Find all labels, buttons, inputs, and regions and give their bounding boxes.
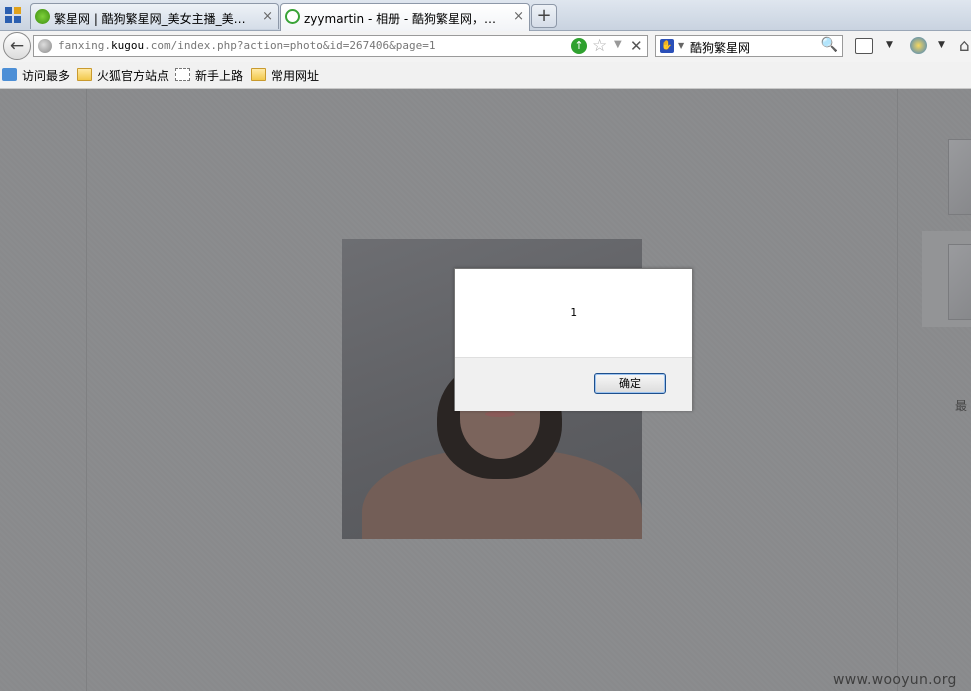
most-visited-icon bbox=[2, 68, 17, 81]
bookmark-label: 新手上路 bbox=[195, 69, 244, 83]
screenshot-tool-icon[interactable] bbox=[855, 38, 873, 54]
alert-footer: 确定 bbox=[455, 357, 692, 411]
home-icon[interactable]: ⌂ bbox=[959, 36, 970, 56]
alert-message: 1 bbox=[570, 306, 577, 319]
address-url[interactable]: fanxing.kugou.com/index.php?action=photo… bbox=[58, 39, 436, 52]
firefox-menu-icon[interactable] bbox=[2, 4, 26, 26]
address-bar[interactable]: fanxing.kugou.com/index.php?action=photo… bbox=[33, 35, 648, 57]
left-column-divider bbox=[86, 89, 87, 691]
right-column-divider bbox=[897, 89, 898, 691]
history-dropdown-icon[interactable]: ▼ bbox=[614, 39, 622, 50]
loading-icon bbox=[285, 9, 300, 24]
thumbnail-image[interactable] bbox=[948, 139, 971, 215]
addon-icon[interactable] bbox=[910, 37, 927, 54]
new-tab-button[interactable]: + bbox=[531, 4, 557, 28]
ok-button[interactable]: 确定 bbox=[594, 373, 666, 394]
folder-icon bbox=[251, 68, 266, 81]
sidebar-text: 最 bbox=[955, 399, 968, 413]
search-input[interactable]: 酷狗繁星网 bbox=[690, 39, 750, 56]
tab-strip: 繁星网 | 酷狗繁星网_美女主播_美… × zyymartin - 相册 - 酷… bbox=[0, 0, 971, 31]
stop-icon[interactable]: ✕ bbox=[630, 37, 643, 55]
bookmark-label: 访问最多 bbox=[22, 69, 71, 83]
site-identity-icon[interactable] bbox=[38, 39, 52, 53]
search-box[interactable]: ✋ ▼ 酷狗繁星网 🔍 bbox=[655, 35, 843, 57]
tab-title: 繁星网 | 酷狗繁星网_美女主播_美… bbox=[54, 12, 246, 26]
close-tab-icon[interactable]: × bbox=[262, 9, 273, 24]
chevron-down-icon[interactable]: ▼ bbox=[938, 40, 945, 50]
search-engine-dropdown-icon[interactable]: ▼ bbox=[678, 41, 684, 50]
bookmark-label: 常用网址 bbox=[271, 69, 320, 83]
bookmark-label: 火狐官方站点 bbox=[97, 69, 170, 83]
tab-zyymartin-album[interactable]: zyymartin - 相册 - 酷狗繁星网，… × bbox=[280, 3, 530, 31]
bookmarks-toolbar: 访问最多 火狐官方站点 新手上路 常用网址 bbox=[0, 62, 971, 89]
alert-dialog: 1 确定 bbox=[454, 268, 693, 411]
tab-title: zyymartin - 相册 - 酷狗繁星网，… bbox=[304, 12, 497, 26]
baidu-paw-icon[interactable]: ✋ bbox=[660, 39, 674, 53]
search-icon[interactable]: 🔍 bbox=[821, 37, 838, 53]
bookmark-star-icon[interactable]: ☆ bbox=[592, 36, 607, 56]
play-icon bbox=[35, 9, 50, 24]
thumbnail-image[interactable] bbox=[948, 244, 971, 320]
chevron-down-icon[interactable]: ▼ bbox=[886, 40, 893, 50]
go-icon[interactable]: ↑ bbox=[571, 38, 587, 54]
tab-fanxing-home[interactable]: 繁星网 | 酷狗繁星网_美女主播_美… × bbox=[30, 3, 279, 29]
navigation-toolbar: ← fanxing.kugou.com/index.php?action=pho… bbox=[0, 31, 971, 62]
back-button[interactable]: ← bbox=[3, 32, 31, 60]
page-icon bbox=[175, 68, 190, 81]
photo-lips bbox=[485, 411, 515, 417]
folder-icon bbox=[77, 68, 92, 81]
close-tab-icon[interactable]: × bbox=[513, 9, 524, 24]
watermark-text: www.wooyun.org bbox=[833, 672, 957, 688]
